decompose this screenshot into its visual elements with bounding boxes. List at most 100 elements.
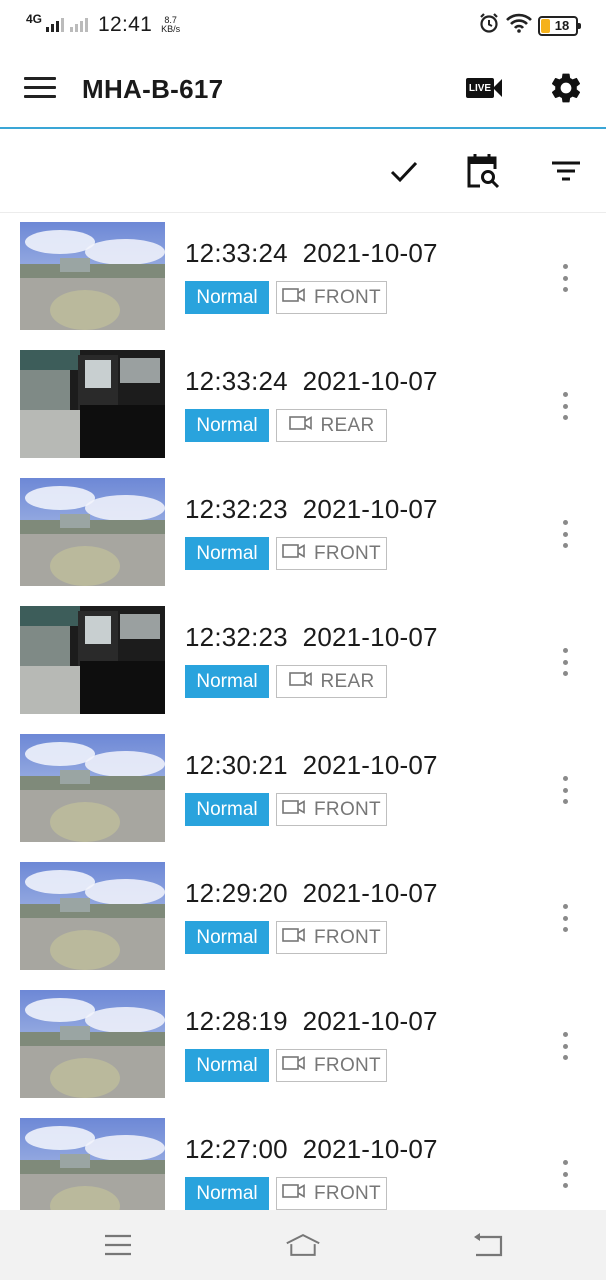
alarm-icon	[478, 12, 500, 39]
app-bar: MHA-B-617 LIVE	[0, 50, 606, 129]
recordings-list: 12:33:24 2021-10-07 Normal FRONT 12:33:24 2…	[0, 214, 606, 1210]
recording-type-badge: Normal	[185, 921, 269, 954]
recording-timestamp: 12:33:24 2021-10-07	[185, 366, 438, 397]
recording-time: 12:30:21	[185, 750, 288, 780]
calendar-search-icon[interactable]	[465, 151, 505, 191]
wifi-icon	[506, 13, 532, 38]
recording-row[interactable]: 12:27:00 2021-10-07 Normal FRONT	[0, 1110, 606, 1210]
camera-badge: FRONT	[276, 1049, 387, 1082]
camera-label: FRONT	[314, 542, 381, 564]
recording-date: 2021-10-07	[302, 878, 438, 908]
recording-thumbnail[interactable]	[20, 222, 165, 330]
signal-icon	[46, 18, 89, 32]
camera-badge: REAR	[276, 665, 387, 698]
battery-level: 18	[554, 18, 570, 33]
recording-row[interactable]: 12:28:19 2021-10-07 Normal FRONT	[0, 982, 606, 1110]
recording-type-badge: Normal	[185, 1177, 269, 1210]
recording-type-badge: Normal	[185, 537, 269, 570]
video-camera-icon	[282, 287, 306, 309]
recording-thumbnail[interactable]	[20, 606, 165, 714]
camera-badge: FRONT	[276, 921, 387, 954]
camera-badge: FRONT	[276, 1177, 387, 1210]
more-options-icon[interactable]	[552, 262, 578, 294]
status-bar: 4G 12:41 8.7 KB/s 18	[0, 0, 606, 50]
network-type: 4G	[26, 12, 43, 26]
camera-badge: REAR	[276, 409, 387, 442]
menu-icon[interactable]	[24, 77, 56, 101]
system-nav-bar	[0, 1210, 606, 1280]
recording-timestamp: 12:32:23 2021-10-07	[185, 622, 438, 653]
more-options-icon[interactable]	[552, 1158, 578, 1190]
recording-row[interactable]: 12:33:24 2021-10-07 Normal FRONT	[0, 214, 606, 342]
recording-date: 2021-10-07	[302, 1006, 438, 1036]
recording-timestamp: 12:28:19 2021-10-07	[185, 1006, 438, 1037]
live-label: LIVE	[466, 78, 494, 98]
recording-time: 12:33:24	[185, 366, 288, 396]
video-camera-icon	[282, 799, 306, 821]
more-options-icon[interactable]	[552, 1030, 578, 1062]
recording-row[interactable]: 12:33:24 2021-10-07 Normal REAR	[0, 342, 606, 470]
recording-time: 12:32:23	[185, 622, 288, 652]
recording-row[interactable]: 12:32:23 2021-10-07 Normal FRONT	[0, 470, 606, 598]
recording-row[interactable]: 12:30:21 2021-10-07 Normal FRONT	[0, 726, 606, 854]
video-camera-icon	[288, 415, 313, 437]
recording-type-badge: Normal	[185, 409, 269, 442]
settings-gear-icon[interactable]	[548, 70, 584, 106]
more-options-icon[interactable]	[552, 902, 578, 934]
recording-thumbnail[interactable]	[20, 1118, 165, 1210]
recording-date: 2021-10-07	[302, 238, 438, 268]
more-options-icon[interactable]	[552, 518, 578, 550]
recording-row[interactable]: 12:32:23 2021-10-07 Normal REAR	[0, 598, 606, 726]
recording-date: 2021-10-07	[302, 750, 438, 780]
recording-type-badge: Normal	[185, 793, 269, 826]
video-camera-icon	[282, 543, 306, 565]
recording-date: 2021-10-07	[302, 1134, 438, 1164]
page-title: MHA-B-617	[82, 74, 224, 104]
recording-type-badge: Normal	[185, 281, 269, 314]
camera-badge: FRONT	[276, 537, 387, 570]
network-speed: 8.7 KB/s	[161, 16, 180, 34]
recording-date: 2021-10-07	[302, 494, 438, 524]
recording-timestamp: 12:27:00 2021-10-07	[185, 1134, 438, 1165]
recording-thumbnail[interactable]	[20, 350, 165, 458]
recording-time: 12:29:20	[185, 878, 288, 908]
camera-badge: FRONT	[276, 793, 387, 826]
checkmark-icon[interactable]	[384, 151, 424, 191]
recording-time: 12:28:19	[185, 1006, 288, 1036]
recording-type-badge: Normal	[185, 1049, 269, 1082]
more-options-icon[interactable]	[552, 646, 578, 678]
toolbar	[0, 131, 606, 213]
back-icon[interactable]	[470, 1230, 506, 1260]
recording-time: 12:33:24	[185, 238, 288, 268]
home-icon[interactable]	[285, 1230, 321, 1260]
recording-thumbnail[interactable]	[20, 478, 165, 586]
recording-time: 12:32:23	[185, 494, 288, 524]
recording-row[interactable]: 12:29:20 2021-10-07 Normal FRONT	[0, 854, 606, 982]
recording-type-badge: Normal	[185, 665, 269, 698]
camera-label: REAR	[320, 670, 375, 692]
video-camera-icon	[282, 1055, 306, 1077]
live-camera-icon[interactable]: LIVE	[466, 75, 502, 101]
camera-label: FRONT	[314, 1054, 381, 1076]
video-camera-icon	[282, 927, 306, 949]
recording-timestamp: 12:29:20 2021-10-07	[185, 878, 438, 909]
battery-icon: 18	[538, 15, 581, 36]
recording-timestamp: 12:33:24 2021-10-07	[185, 238, 438, 269]
recording-timestamp: 12:32:23 2021-10-07	[185, 494, 438, 525]
recording-thumbnail[interactable]	[20, 990, 165, 1098]
recording-thumbnail[interactable]	[20, 734, 165, 842]
camera-label: FRONT	[314, 1182, 381, 1204]
video-camera-icon	[282, 1183, 306, 1205]
recording-thumbnail[interactable]	[20, 862, 165, 970]
more-options-icon[interactable]	[552, 774, 578, 806]
recording-date: 2021-10-07	[302, 366, 438, 396]
recording-date: 2021-10-07	[302, 622, 438, 652]
more-options-icon[interactable]	[552, 390, 578, 422]
camera-label: FRONT	[314, 798, 381, 820]
camera-label: REAR	[320, 414, 375, 436]
status-right: 18	[478, 12, 581, 39]
recents-icon[interactable]	[100, 1230, 136, 1260]
filter-icon[interactable]	[546, 151, 586, 191]
network-speed-unit: KB/s	[161, 24, 181, 34]
camera-label: FRONT	[314, 926, 381, 948]
